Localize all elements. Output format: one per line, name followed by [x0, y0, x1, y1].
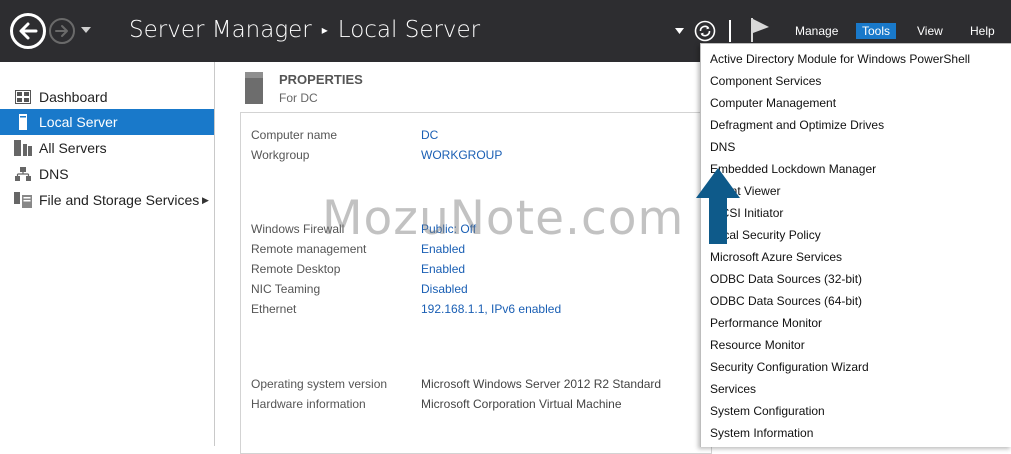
- sidebar-item-file-storage[interactable]: File and Storage Services ▶: [0, 187, 214, 213]
- menu-help[interactable]: Help: [964, 23, 1001, 39]
- refresh-dropdown-icon[interactable]: [675, 28, 684, 34]
- dns-icon: [14, 166, 32, 182]
- menu-item-system-configuration[interactable]: System Configuration: [710, 404, 825, 418]
- refresh-icon[interactable]: [694, 20, 716, 42]
- property-label: Hardware information: [251, 397, 366, 411]
- annotation-arrow-icon: [696, 168, 740, 244]
- properties-panel: Computer name DC Workgroup WORKGROUP Win…: [240, 112, 712, 454]
- forward-arrow-icon: [55, 25, 68, 37]
- notifications-flag-icon[interactable]: [749, 17, 771, 43]
- menu-item-security-config-wizard[interactable]: Security Configuration Wizard: [710, 360, 869, 374]
- menu-item-defragment[interactable]: Defragment and Optimize Drives: [710, 118, 884, 132]
- history-dropdown-icon[interactable]: [80, 26, 92, 34]
- menu-item-odbc-64[interactable]: ODBC Data Sources (64-bit): [710, 294, 862, 308]
- app-title: Server Manager: [129, 17, 312, 43]
- property-value-workgroup[interactable]: WORKGROUP: [421, 148, 502, 162]
- property-value-remote-desktop[interactable]: Enabled: [421, 262, 465, 276]
- back-arrow-icon: [19, 22, 38, 40]
- property-value-ethernet[interactable]: 192.168.1.1, IPv6 enabled: [421, 302, 561, 316]
- menu-item-ad-powershell[interactable]: Active Directory Module for Windows Powe…: [710, 52, 970, 66]
- menu-item-computer-management[interactable]: Computer Management: [710, 96, 836, 110]
- menu-item-resource-monitor[interactable]: Resource Monitor: [710, 338, 805, 352]
- dashboard-icon: [14, 89, 32, 105]
- property-value-os-version: Microsoft Windows Server 2012 R2 Standar…: [421, 377, 662, 391]
- menu-item-performance-monitor[interactable]: Performance Monitor: [710, 316, 822, 330]
- menu-item-dns[interactable]: DNS: [710, 140, 735, 154]
- sidebar-item-dashboard[interactable]: Dashboard: [0, 84, 214, 110]
- sidebar-item-local-server[interactable]: Local Server: [0, 109, 214, 135]
- property-value-firewall[interactable]: Public: Off: [421, 222, 476, 236]
- property-label: NIC Teaming: [251, 282, 321, 296]
- property-label: Operating system version: [251, 377, 388, 391]
- sidebar-item-label: Dashboard: [39, 89, 108, 105]
- header-divider: [729, 20, 731, 42]
- menu-item-azure-services[interactable]: Microsoft Azure Services: [710, 250, 842, 264]
- properties-title: PROPERTIES: [279, 72, 363, 87]
- breadcrumb: Server Manager ▸ Local Server: [129, 17, 480, 43]
- sidebar-item-label: All Servers: [39, 140, 107, 156]
- property-label: Workgroup: [251, 148, 310, 162]
- properties-server-icon: [245, 72, 263, 104]
- properties-subtitle: For DC: [279, 91, 318, 105]
- property-value-nic-teaming[interactable]: Disabled: [421, 282, 468, 296]
- property-value-computer-name[interactable]: DC: [421, 128, 438, 142]
- menu-item-component-services[interactable]: Component Services: [710, 74, 821, 88]
- property-value-hardware: Microsoft Corporation Virtual Machine: [421, 397, 622, 411]
- property-label: Remote management: [251, 242, 367, 256]
- page-title: Local Server: [337, 17, 481, 43]
- property-label: Ethernet: [251, 302, 297, 316]
- sidebar-item-label: File and Storage Services: [39, 192, 200, 208]
- forward-button[interactable]: [49, 18, 75, 44]
- menu-view[interactable]: View: [911, 23, 949, 39]
- local-server-icon: [14, 114, 32, 130]
- breadcrumb-separator: ▸: [321, 23, 328, 37]
- menu-item-odbc-32[interactable]: ODBC Data Sources (32-bit): [710, 272, 862, 286]
- menu-item-system-information[interactable]: System Information: [710, 426, 813, 440]
- property-label: Windows Firewall: [251, 222, 345, 236]
- sidebar-item-dns[interactable]: DNS: [0, 161, 214, 187]
- sidebar: Dashboard Local Server All Servers DNS F…: [0, 62, 215, 446]
- tools-menu-dropdown: Active Directory Module for Windows Powe…: [700, 43, 1011, 447]
- property-label: Remote Desktop: [251, 262, 341, 276]
- menu-tools[interactable]: Tools: [856, 23, 897, 39]
- file-storage-icon: [14, 192, 32, 208]
- sidebar-item-label: Local Server: [39, 114, 118, 130]
- sidebar-item-label: DNS: [39, 166, 69, 182]
- menu-manage[interactable]: Manage: [789, 23, 844, 39]
- expand-arrow-icon[interactable]: ▶: [202, 195, 209, 206]
- property-label: Computer name: [251, 128, 338, 142]
- property-value-remote-management[interactable]: Enabled: [421, 242, 465, 256]
- back-button[interactable]: [10, 13, 46, 49]
- sidebar-item-all-servers[interactable]: All Servers: [0, 135, 214, 161]
- menu-item-services[interactable]: Services: [710, 382, 756, 396]
- all-servers-icon: [14, 140, 32, 156]
